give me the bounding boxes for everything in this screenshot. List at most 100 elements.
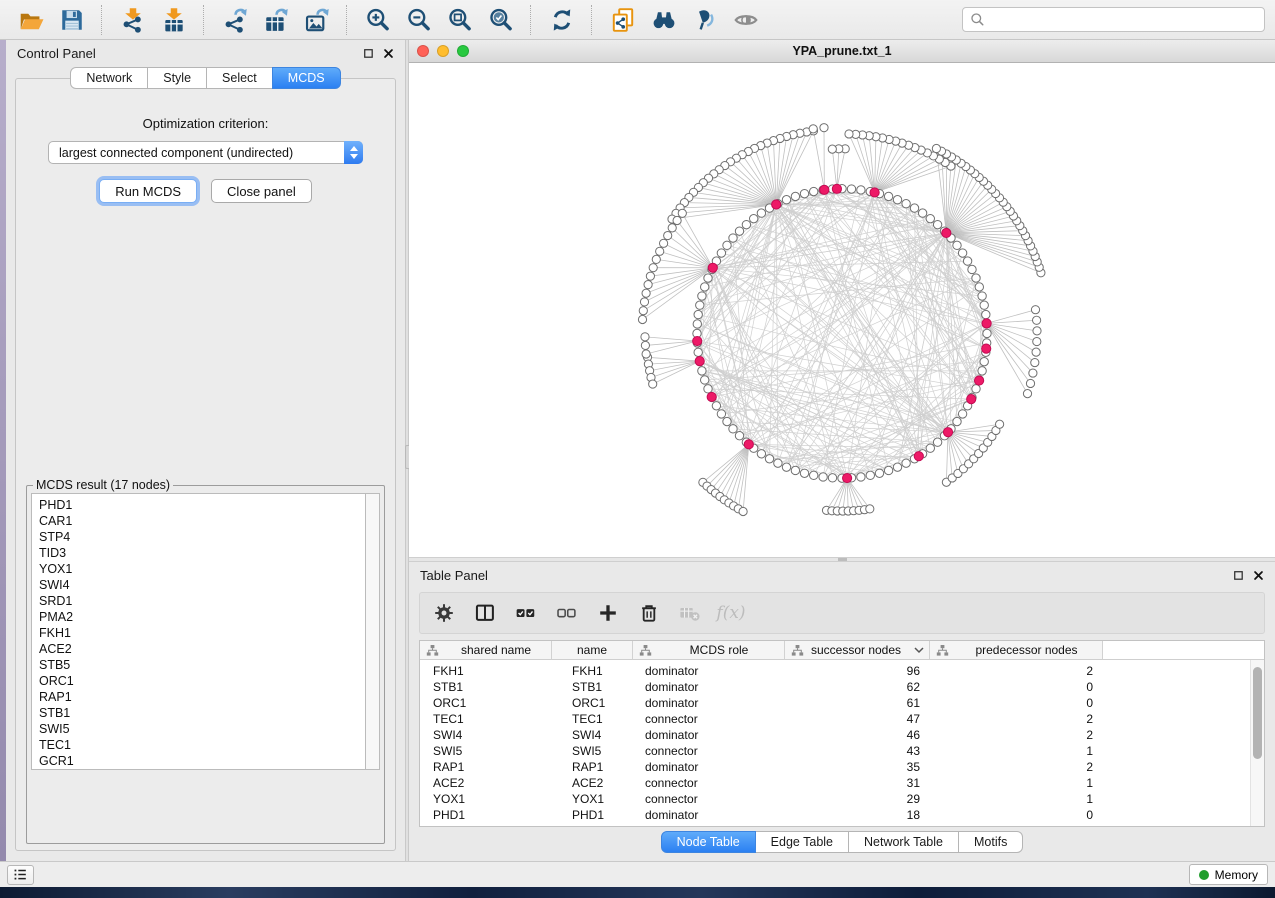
result-node[interactable]: SWI4: [39, 577, 365, 593]
result-node[interactable]: FKH1: [39, 625, 365, 641]
import-table-button[interactable]: [153, 3, 194, 37]
table-scrollbar[interactable]: [1250, 660, 1264, 826]
column-header-successor-nodes[interactable]: successor nodes: [785, 641, 930, 660]
open-file-button[interactable]: [10, 3, 51, 37]
minimize-window-icon[interactable]: [437, 45, 449, 57]
table-row[interactable]: ACE2ACE2connector311: [420, 775, 1264, 791]
export-table-button[interactable]: [255, 3, 296, 37]
table-row[interactable]: SWI4SWI4dominator462: [420, 727, 1264, 743]
result-node[interactable]: STP4: [39, 529, 365, 545]
table-row[interactable]: STB1STB1dominator620: [420, 679, 1264, 695]
search-box[interactable]: [962, 7, 1265, 32]
import-network-button[interactable]: [112, 3, 153, 37]
memory-button[interactable]: Memory: [1189, 864, 1268, 885]
tab-style[interactable]: Style: [147, 67, 207, 89]
table-row[interactable]: SWI5SWI5connector431: [420, 743, 1264, 759]
tab-edge-table[interactable]: Edge Table: [755, 831, 849, 853]
search-input[interactable]: [990, 12, 1257, 28]
result-node[interactable]: ACE2: [39, 641, 365, 657]
result-node[interactable]: STB5: [39, 657, 365, 673]
task-history-button[interactable]: [7, 865, 34, 885]
result-node[interactable]: SRD1: [39, 593, 365, 609]
float-panel-button[interactable]: [363, 48, 374, 59]
find-binoculars-button[interactable]: [643, 3, 684, 37]
select-all-button[interactable]: [514, 601, 538, 625]
result-node[interactable]: GCR1: [39, 753, 365, 769]
zoom-selected-button[interactable]: [480, 3, 521, 37]
table-row[interactable]: FKH1FKH1dominator962: [420, 663, 1264, 679]
result-node[interactable]: TID3: [39, 545, 365, 561]
refresh-layout-button[interactable]: [541, 3, 582, 37]
tab-network[interactable]: Network: [70, 67, 148, 89]
column-header-predecessor-nodes[interactable]: predecessor nodes: [930, 641, 1103, 660]
close-window-icon[interactable]: [417, 45, 429, 57]
table-rows: FKH1FKH1dominator962STB1STB1dominator620…: [420, 660, 1264, 826]
tab-node-table[interactable]: Node Table: [661, 831, 756, 853]
column-layout-button[interactable]: [473, 601, 497, 625]
settings-gear-icon: [433, 602, 455, 624]
float-table-panel-button[interactable]: [1233, 570, 1244, 581]
column-header-MCDS-role[interactable]: MCDS role: [633, 641, 785, 660]
column-header-name[interactable]: name: [552, 641, 633, 660]
cell-shared-name: SWI5: [420, 744, 552, 758]
mcds-result-list[interactable]: PHD1CAR1STP4TID3YOX1SWI4SRD1PMA2FKH1ACE2…: [31, 493, 365, 770]
export-network-button[interactable]: [214, 3, 255, 37]
tab-network-table[interactable]: Network Table: [848, 831, 959, 853]
zoom-in-button[interactable]: [357, 3, 398, 37]
close-panel-button[interactable]: [383, 48, 394, 59]
zoom-fit-button[interactable]: [439, 3, 480, 37]
table-header: shared namenameMCDS rolesuccessor nodesp…: [420, 641, 1264, 660]
result-node[interactable]: SWI5: [39, 721, 365, 737]
close-table-panel-button[interactable]: [1253, 570, 1264, 581]
mcds-tab-content: Optimization criterion: largest connecte…: [15, 78, 396, 851]
mcds-result-scrollbar[interactable]: [365, 493, 380, 770]
toggle-graphics-button[interactable]: [725, 3, 766, 37]
table-row[interactable]: RAP1RAP1dominator352: [420, 759, 1264, 775]
scrollbar-thumb[interactable]: [1253, 667, 1262, 759]
network-canvas[interactable]: [409, 63, 1275, 557]
table-row[interactable]: PHD1PHD1dominator180: [420, 807, 1264, 823]
zoom-out-button[interactable]: [398, 3, 439, 37]
result-node[interactable]: CAR1: [39, 513, 365, 529]
zoom-fit-icon: [447, 7, 473, 33]
clone-network-button[interactable]: [602, 3, 643, 37]
float-window-icon: [363, 48, 374, 59]
column-header-shared-name[interactable]: shared name: [420, 641, 552, 660]
export-image-button[interactable]: [296, 3, 337, 37]
result-node[interactable]: ORC1: [39, 673, 365, 689]
table-row[interactable]: TEC1TEC1connector472: [420, 711, 1264, 727]
network-graph[interactable]: [409, 63, 1275, 557]
tab-motifs[interactable]: Motifs: [958, 831, 1023, 853]
network-titlebar[interactable]: YPA_prune.txt_1: [409, 40, 1275, 63]
toggle-style-button[interactable]: [684, 3, 725, 37]
optimization-select[interactable]: largest connected component (undirected): [48, 141, 363, 164]
add-column-button[interactable]: [596, 601, 620, 625]
settings-gear-button[interactable]: [432, 601, 456, 625]
cell-name: PHD1: [552, 808, 633, 822]
table-row[interactable]: YOX1YOX1connector291: [420, 791, 1264, 807]
result-node[interactable]: TEC1: [39, 737, 365, 753]
close-panel-action-button[interactable]: Close panel: [211, 179, 312, 203]
maximize-window-icon[interactable]: [457, 45, 469, 57]
network-window: YPA_prune.txt_1: [409, 40, 1275, 557]
result-node[interactable]: PMA2: [39, 609, 365, 625]
deselect-all-button[interactable]: [555, 601, 579, 625]
cell-MCDS-role: dominator: [633, 760, 785, 774]
result-node[interactable]: RAP1: [39, 689, 365, 705]
save-session-button[interactable]: [51, 3, 92, 37]
run-mcds-button[interactable]: Run MCDS: [99, 179, 197, 203]
delete-column-button[interactable]: [637, 601, 661, 625]
table-row[interactable]: ORC1ORC1dominator610: [420, 695, 1264, 711]
toolbar-separator: [203, 5, 205, 35]
toggle-graphics-icon: [733, 7, 759, 33]
tab-select[interactable]: Select: [206, 67, 273, 89]
result-node[interactable]: STB1: [39, 705, 365, 721]
cell-name: RAP1: [552, 760, 633, 774]
result-node[interactable]: PHD1: [39, 497, 365, 513]
mcds-result-box: MCDS result (17 nodes) PHD1CAR1STP4TID3Y…: [26, 478, 385, 844]
splitter-grabber[interactable]: [838, 558, 847, 561]
zoom-selected-icon: [488, 7, 514, 33]
result-node[interactable]: YOX1: [39, 561, 365, 577]
tab-mcds[interactable]: MCDS: [272, 67, 341, 89]
find-binoculars-icon: [651, 7, 677, 33]
